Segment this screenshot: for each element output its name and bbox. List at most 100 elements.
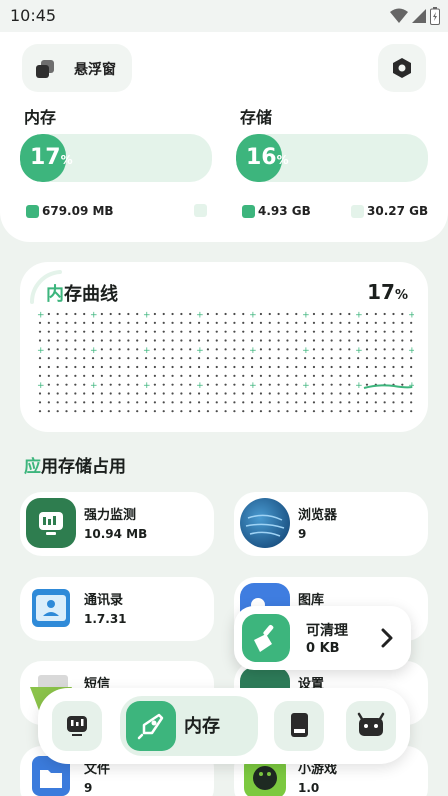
grid-dot — [189, 321, 192, 324]
grid-dot — [277, 357, 280, 360]
grid-dot — [206, 374, 210, 377]
total-swatch — [351, 204, 364, 218]
grid-dot — [268, 348, 271, 351]
app-card-contacts[interactable]: 通讯录 1.7.31 — [20, 577, 214, 641]
grid-dot — [100, 401, 103, 404]
grid-dot — [197, 410, 201, 413]
storage-total-legend: 30.27 GB — [351, 204, 428, 218]
grid-dot — [357, 392, 360, 395]
grid-dot — [206, 339, 210, 342]
grid-dot — [65, 357, 68, 360]
grid-plus-marker: + — [196, 346, 204, 356]
grid-dot — [374, 410, 377, 413]
grid-dot — [56, 348, 59, 351]
app-card-browser[interactable]: 浏览器 9 — [234, 492, 428, 556]
grid-dot — [109, 374, 112, 377]
grid-dot — [259, 410, 263, 413]
cleanable-popup[interactable]: 可清理 0 KB — [234, 606, 411, 670]
grid-dot — [250, 365, 254, 369]
grid-dot — [348, 383, 351, 386]
grid-dot — [47, 383, 50, 386]
nav-storage-tab[interactable] — [274, 701, 324, 751]
app-card-monitor[interactable]: 强力监测 10.94 MB — [20, 492, 214, 556]
nav-memory-tab[interactable]: 内存 — [120, 696, 258, 756]
monitor-app-icon — [26, 498, 76, 548]
grid-dot — [339, 339, 342, 342]
settings-button[interactable] — [378, 44, 426, 92]
grid-dot — [47, 374, 50, 377]
grid-dot — [268, 383, 271, 386]
grid-dot — [365, 348, 369, 351]
grid-dot — [259, 330, 263, 333]
grid-dot — [321, 348, 324, 351]
grid-dot — [286, 321, 289, 324]
grid-dot — [153, 357, 156, 360]
grid-dot — [348, 365, 351, 369]
grid-dot — [118, 374, 121, 377]
grid-dot — [162, 374, 165, 377]
grid-dot — [109, 357, 112, 360]
grid-dot — [383, 392, 386, 395]
grid-dot — [286, 312, 289, 316]
grid-dot — [180, 383, 183, 386]
grid-dot — [127, 321, 130, 324]
grid-dot — [215, 348, 218, 351]
grid-dot — [153, 312, 156, 316]
grid-dot — [277, 374, 280, 377]
grid-dot — [224, 312, 227, 316]
app-size: 1.7.31 — [84, 612, 127, 626]
memory-percent-sign: % — [60, 153, 73, 167]
grid-dot — [74, 410, 77, 413]
grid-dot — [127, 330, 130, 333]
status-indicators — [390, 7, 440, 25]
grid-dot — [100, 374, 103, 377]
grid-dot — [250, 392, 254, 395]
grid-dot — [127, 410, 130, 413]
grid-dot — [206, 383, 210, 386]
memory-curve-title-accent: 内 — [46, 284, 64, 305]
grid-dot — [180, 321, 183, 324]
grid-dot — [171, 365, 174, 369]
used-swatch — [26, 204, 39, 218]
grid-dot — [91, 410, 95, 413]
grid-dot — [118, 330, 121, 333]
grid-dot — [197, 321, 201, 324]
grid-dot — [180, 357, 183, 360]
grid-dot — [277, 365, 280, 369]
grid-dot — [47, 330, 50, 333]
grid-dot — [74, 330, 77, 333]
grid-dot — [312, 339, 316, 342]
grid-dot — [91, 401, 95, 404]
grid-dot — [392, 374, 395, 377]
nav-device-tab[interactable] — [346, 701, 396, 751]
grid-dot — [295, 392, 298, 395]
grid-dot — [74, 365, 77, 369]
grid-dot — [162, 339, 165, 342]
grid-dot — [162, 357, 165, 360]
grid-dot — [224, 392, 227, 395]
grid-dot — [153, 392, 156, 395]
storage-used-value: 4.93 GB — [258, 204, 311, 218]
grid-dot — [100, 383, 103, 386]
nav-monitor-tab[interactable] — [52, 701, 102, 751]
grid-dot — [392, 312, 395, 316]
app-storage-title-accent: 应 — [24, 457, 41, 477]
grid-plus-marker: + — [37, 346, 45, 356]
grid-dot — [144, 365, 148, 369]
grid-dot — [401, 357, 404, 360]
grid-dot — [65, 312, 68, 316]
grid-dot — [312, 321, 316, 324]
grid-dot — [268, 401, 271, 404]
grid-dot — [250, 401, 254, 404]
grid-dot — [401, 383, 404, 386]
storage-percent: 16% — [246, 145, 289, 170]
grid-dot — [136, 374, 139, 377]
grid-dot — [233, 357, 236, 360]
grid-dot — [330, 339, 333, 342]
floating-window-button[interactable]: 悬浮窗 — [22, 44, 132, 92]
grid-dot — [224, 321, 227, 324]
grid-dot — [383, 365, 386, 369]
grid-dot — [136, 392, 139, 395]
grid-dot — [56, 330, 59, 333]
grid-dot — [162, 392, 165, 395]
